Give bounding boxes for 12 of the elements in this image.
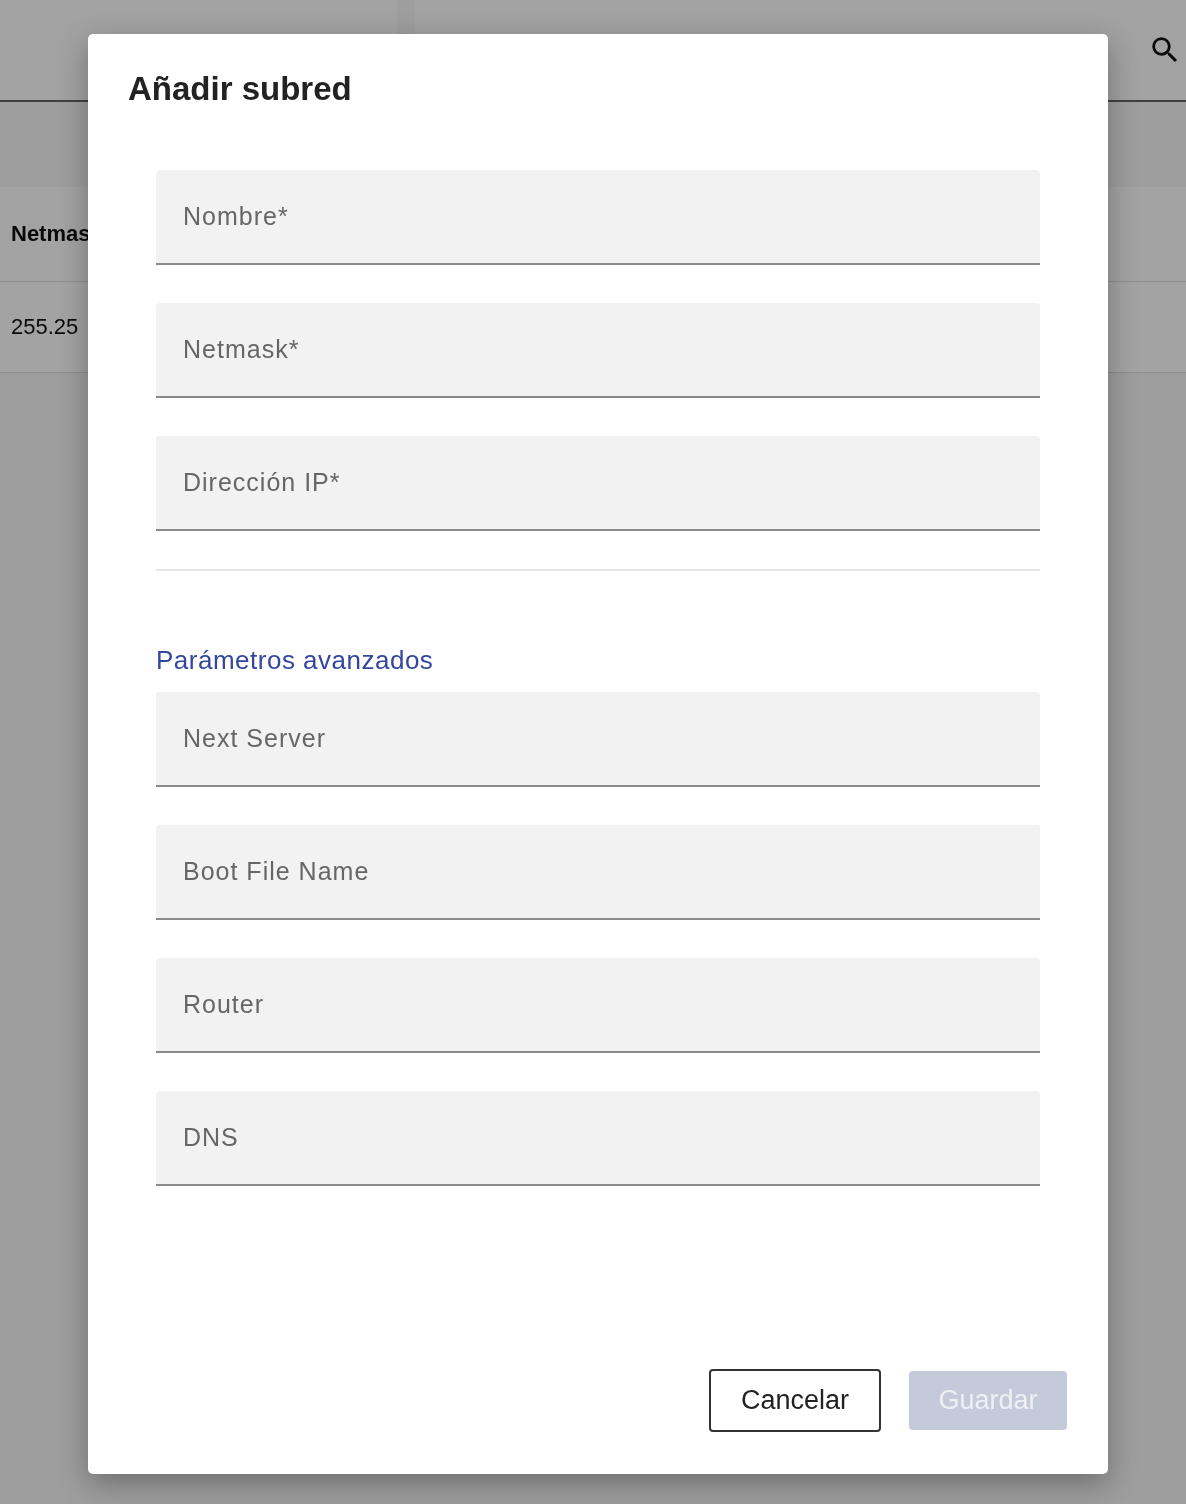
table-cell: 255.25 bbox=[11, 314, 79, 340]
text-field[interactable]: Nombre* bbox=[156, 170, 1040, 265]
text-field[interactable]: Next Server bbox=[156, 692, 1040, 787]
text-field[interactable]: Boot File Name bbox=[156, 825, 1040, 920]
text-field[interactable]: DNS bbox=[156, 1091, 1040, 1186]
text-field[interactable]: Netmask* bbox=[156, 303, 1040, 398]
cancel-button[interactable]: Cancelar bbox=[709, 1369, 881, 1432]
section-title: Parámetros avanzados bbox=[156, 645, 434, 676]
text-field[interactable]: Dirección IP* bbox=[156, 436, 1040, 531]
text-field[interactable]: Router bbox=[156, 958, 1040, 1053]
dialog-title: Añadir subred bbox=[128, 70, 352, 108]
column-header: Netmas bbox=[11, 221, 91, 247]
